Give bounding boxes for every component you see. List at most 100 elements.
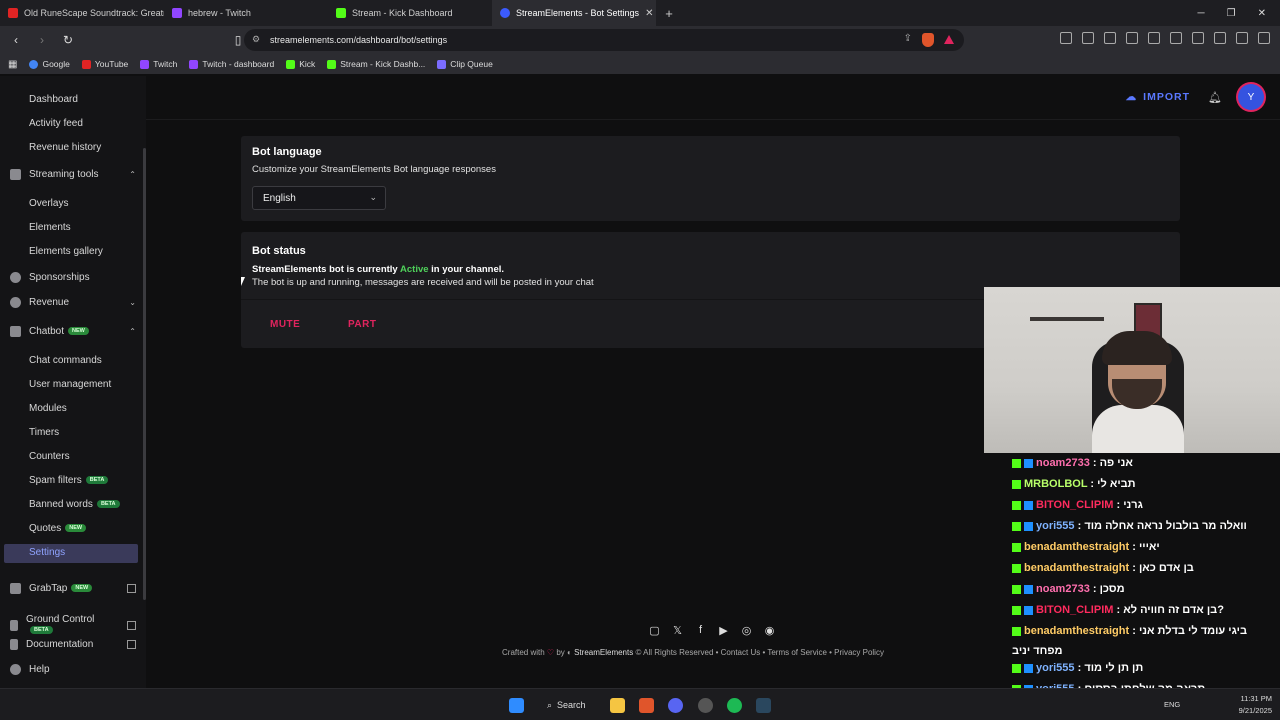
streamelements-logo-icon: ◐ <box>567 648 572 657</box>
chat-message: BITON_CLIPIM : גרני <box>1012 499 1280 511</box>
taskbar-search[interactable]: ⌕ Search <box>537 695 599 715</box>
url-field[interactable]: ⚙ streamelements.com/dashboard/bot/setti… <box>244 29 964 51</box>
tab-kick[interactable]: Stream - Kick Dashboard <box>328 0 492 26</box>
bookmark-google[interactable]: Google <box>29 59 70 69</box>
brave-rewards-icon[interactable] <box>944 35 954 44</box>
sidebar-item-timers[interactable]: Timers <box>29 427 59 438</box>
google-icon <box>29 59 39 69</box>
bot-language-description: Customize your StreamElements Bot langua… <box>252 164 496 175</box>
sidebar-item-grabtap[interactable]: GrabTap NEW <box>10 583 136 594</box>
sidebar-item-modules[interactable]: Modules <box>29 403 67 414</box>
tab-runescape[interactable]: Old RuneScape Soundtrack: Greatne <box>0 0 164 26</box>
sidebar-item-user-management[interactable]: User management <box>29 379 111 390</box>
site-info-icon[interactable]: ⚙ <box>252 34 260 45</box>
sidebar-item-ground-control[interactable]: Ground ControlBETA <box>10 614 136 636</box>
chat-message-text: מפחד יניב <box>1012 645 1063 657</box>
sidebar-item-dashboard[interactable]: Dashboard <box>29 94 78 105</box>
windows-start-icon[interactable] <box>509 698 524 713</box>
file-explorer-icon[interactable] <box>610 698 625 713</box>
bot-status-line: StreamElements bot is currently Active i… <box>252 264 505 275</box>
discord-icon[interactable]: ◉ <box>763 624 776 637</box>
wallet-icon[interactable] <box>1192 32 1204 44</box>
brave-icon[interactable] <box>639 698 654 713</box>
privacy-link[interactable]: Privacy Policy <box>834 648 884 657</box>
vpn-icon[interactable] <box>1214 32 1226 44</box>
sidebar-group-revenue[interactable]: Revenue ⌄ <box>10 297 136 308</box>
instagram-icon[interactable]: ◎ <box>740 624 753 637</box>
terms-link[interactable]: Terms of Service <box>767 648 827 657</box>
discord-icon[interactable] <box>668 698 683 713</box>
tab-twitch[interactable]: hebrew - Twitch <box>164 0 328 26</box>
clock[interactable]: 11:31 PM 9/21/2025 <box>1239 693 1272 717</box>
extensions-puzzle-icon[interactable] <box>1126 32 1138 44</box>
part-button[interactable]: PART <box>348 319 376 330</box>
tab-streamelements[interactable]: StreamElements - Bot Settings ✕ <box>492 0 656 26</box>
brave-shield-icon[interactable] <box>922 33 934 47</box>
close-window-icon[interactable]: ✕ <box>1258 8 1266 19</box>
new-tab-button[interactable]: + <box>656 6 682 21</box>
steam-icon[interactable] <box>756 698 771 713</box>
contact-link[interactable]: Contact Us <box>721 648 761 657</box>
sidebar-item-activity-feed[interactable]: Activity feed <box>29 118 83 129</box>
menu-icon[interactable] <box>1258 32 1270 44</box>
facebook-icon[interactable]: f <box>694 624 707 637</box>
avatar[interactable]: Y <box>1238 84 1264 110</box>
sidebar-item-elements-gallery[interactable]: Elements gallery <box>29 246 103 257</box>
sidebar-item-spam-filters[interactable]: Spam filters BETA <box>29 475 109 486</box>
twitch-icon[interactable]: ▢ <box>648 624 661 637</box>
bookmark-twitch-dashboard[interactable]: Twitch - dashboard <box>189 59 274 69</box>
chat-message-text: : אני פה <box>1092 457 1133 469</box>
chat-message-text: : מסכן <box>1092 583 1125 595</box>
sidebar-group-chatbot[interactable]: Chatbot NEW ⌃ <box>10 326 136 337</box>
leo-icon[interactable] <box>1236 32 1248 44</box>
bookmark-clip-queue[interactable]: Clip Queue <box>437 59 493 69</box>
sidebar-item-sponsorships[interactable]: Sponsorships <box>10 272 136 283</box>
chat-message-text: : וואלה מר בולבול נראה אחלה מוד <box>1077 520 1247 532</box>
sidebar-item-counters[interactable]: Counters <box>29 451 70 462</box>
search-icon: ⌕ <box>547 699 553 710</box>
extension-icon[interactable] <box>1060 32 1072 44</box>
language-indicator[interactable]: ENG <box>1164 700 1180 709</box>
sidebar-scrollbar[interactable] <box>143 148 146 600</box>
share-icon[interactable]: ⇪ <box>904 33 912 44</box>
sidebar-item-overlays[interactable]: Overlays <box>29 198 68 209</box>
sidebar-item-settings[interactable]: Settings <box>29 547 65 558</box>
sidebar-item-documentation[interactable]: Documentation <box>10 639 136 650</box>
apps-grid-icon[interactable]: ▦ <box>8 59 17 70</box>
obs-icon[interactable] <box>698 698 713 713</box>
close-tab-icon[interactable]: ✕ <box>645 8 653 19</box>
chat-username: benadamthestraight <box>1024 562 1130 574</box>
bell-icon[interactable]: 🔔︎ <box>1208 91 1222 104</box>
chat-message-text: : בן אדם כאן <box>1132 562 1194 574</box>
footer-text: Crafted with ♡ by ◐ StreamElements © All… <box>502 648 884 657</box>
sidebar-item-quotes[interactable]: Quotes NEW <box>29 523 87 534</box>
youtube-icon[interactable]: ▶ <box>717 624 730 637</box>
extension-icon[interactable] <box>1104 32 1116 44</box>
bookmark-kick-dashboard[interactable]: Stream - Kick Dashb... <box>327 59 425 69</box>
bookmark-youtube[interactable]: YouTube <box>81 59 128 69</box>
mute-button[interactable]: MUTE <box>270 319 300 330</box>
spotify-icon[interactable] <box>727 698 742 713</box>
kick-icon <box>336 8 346 18</box>
sidebar-item-help[interactable]: Help <box>10 664 136 675</box>
sidebar-item-chat-commands[interactable]: Chat commands <box>29 355 102 366</box>
minimize-icon[interactable]: ─ <box>1198 8 1205 19</box>
reload-icon[interactable]: ↻ <box>58 33 78 47</box>
language-select[interactable]: English ⌄ <box>252 186 386 210</box>
sidebar-item-revenue-history[interactable]: Revenue history <box>29 142 101 153</box>
sidebar-group-streaming-tools[interactable]: Streaming tools ⌃ <box>10 169 136 180</box>
sidebar-item-banned-words[interactable]: Banned words BETA <box>29 499 120 510</box>
maximize-icon[interactable]: ❐ <box>1227 8 1236 19</box>
bookmark-kick[interactable]: Kick <box>286 59 315 69</box>
sidebar-item-elements[interactable]: Elements <box>29 222 71 233</box>
star-icon <box>10 272 21 283</box>
forward-icon[interactable]: › <box>32 33 52 47</box>
x-icon[interactable]: 𝕏 <box>671 624 684 637</box>
back-icon[interactable]: ‹ <box>6 33 26 47</box>
new-badge: NEW <box>68 327 89 336</box>
bookmark-twitch[interactable]: Twitch <box>140 59 177 69</box>
extension-icon[interactable] <box>1148 32 1160 44</box>
import-button[interactable]: ☁ IMPORT <box>1126 91 1190 103</box>
extension-icon[interactable] <box>1082 32 1094 44</box>
sidebar-toggle-icon[interactable] <box>1170 32 1182 44</box>
